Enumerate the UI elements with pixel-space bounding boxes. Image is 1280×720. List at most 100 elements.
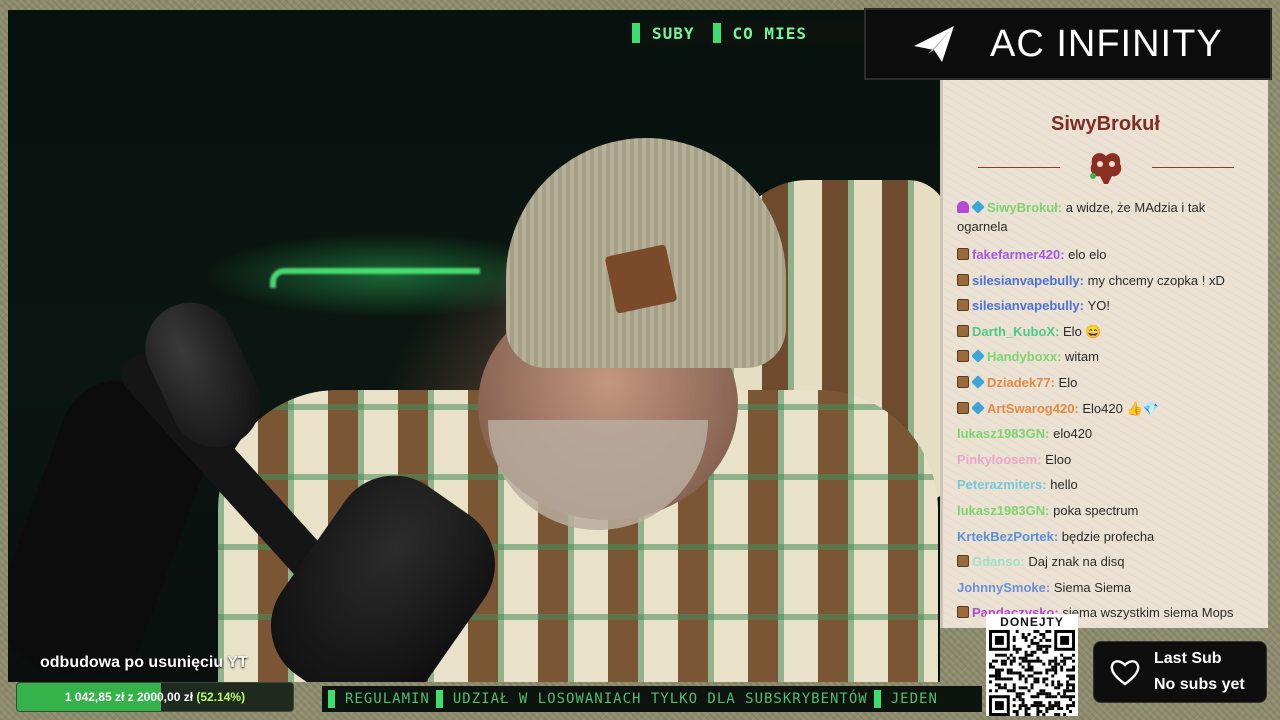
subscriber-badge-icon xyxy=(957,299,969,312)
chat-panel: SiwyBrokuł SiwyBrokuł: a widze, że MAdzi… xyxy=(940,80,1268,628)
chat-username[interactable]: Gdanso xyxy=(972,554,1020,569)
chat-message: SiwyBrokuł: a widze, że MAdzia i tak oga… xyxy=(957,198,1258,236)
chat-colon: : xyxy=(1053,528,1062,544)
chat-username[interactable]: lukasz1983GN xyxy=(957,426,1045,441)
webcam-feed xyxy=(8,10,940,682)
goal-separator: z xyxy=(127,690,134,704)
subscriber-badge-icon xyxy=(957,350,969,363)
ticker-segment: REGULAMIN xyxy=(345,691,430,707)
chat-username[interactable]: lukasz1983GN xyxy=(957,503,1045,518)
goal-current: 1 042,85 zł xyxy=(64,690,125,704)
chat-colon: : xyxy=(1055,323,1064,339)
goal-progress-bar: 1 042,85 zł z 2000,00 zł (52.14%) xyxy=(16,682,294,712)
subscriber-badge-icon xyxy=(957,401,969,414)
chat-text: Daj znak na disq xyxy=(1028,554,1125,570)
divider-line xyxy=(977,166,1060,168)
sponsor-name: AC INFINITY xyxy=(990,22,1223,65)
chat-colon: : xyxy=(1045,502,1054,518)
chat-colon: : xyxy=(1079,298,1088,314)
last-sub-title: Last Sub xyxy=(1154,650,1222,667)
chat-username[interactable]: SiwyBrokuł xyxy=(987,200,1058,215)
chat-message-list: SiwyBrokuł: a widze, że MAdzia i tak oga… xyxy=(943,198,1268,626)
chat-message: Darth_KuboX: Elo 😄 xyxy=(957,319,1258,345)
heart-icon xyxy=(1110,660,1140,686)
paper-plane-logo-icon xyxy=(914,26,954,62)
chat-text: YO! xyxy=(1087,298,1111,314)
chat-colon: : xyxy=(1057,200,1066,215)
chat-text: hello xyxy=(1050,477,1078,493)
ticker-bar-icon xyxy=(632,23,640,43)
chat-message: silesianvapebully: my chcemy czopka ! xD xyxy=(957,268,1258,294)
chat-channel-name: SiwyBrokuł xyxy=(1051,113,1160,135)
chat-text: my chcemy czopka ! xD xyxy=(1087,272,1225,288)
chat-text: Siema Siema xyxy=(1053,579,1132,595)
qr-code-icon xyxy=(989,630,1075,716)
chat-message: JohnnySmoke: Siema Siema xyxy=(957,575,1258,601)
chat-message: KrtekBezPortek: będzie profecha xyxy=(957,524,1258,550)
chat-text: witam xyxy=(1065,349,1099,365)
subscriber-badge-icon xyxy=(957,375,969,388)
chat-username[interactable]: Pinkyloosem xyxy=(957,452,1037,467)
chat-message: fakefarmer420: elo elo xyxy=(957,242,1258,268)
chat-message: Pinkyloosem: Eloo xyxy=(957,447,1258,473)
goal-percent: (52.14%) xyxy=(196,690,246,704)
chat-text: będzie profecha xyxy=(1061,528,1155,544)
chat-message: silesianvapebully: YO! xyxy=(957,293,1258,319)
chat-username[interactable]: silesianvapebully xyxy=(972,273,1080,288)
neon-light xyxy=(270,268,480,288)
ticker-segment: CO MIES xyxy=(732,23,807,43)
chat-text: Elo 😄 xyxy=(1063,323,1102,339)
chat-message: Gdanso: Daj znak na disq xyxy=(957,549,1258,575)
chat-text: Elo xyxy=(1058,374,1078,390)
donation-qr[interactable]: DONEJTY xyxy=(986,614,1078,716)
ticker-segment: JEDEN xyxy=(890,691,938,707)
chat-message: lukasz1983GN: elo420 xyxy=(957,421,1258,447)
chat-divider xyxy=(943,148,1268,186)
qr-title: DONEJTY xyxy=(1000,615,1064,629)
chat-message: ArtSwarog420: Elo420 👍💎 xyxy=(957,396,1258,422)
ticker-bar-icon xyxy=(328,690,335,708)
chat-username[interactable]: Peterazmiters xyxy=(957,477,1042,492)
chat-message: Handyboxx: witam xyxy=(957,344,1258,370)
ticker-segment: UDZIAŁ W LOSOWANIACH TYLKO DLA SUBSKRYBE… xyxy=(452,691,868,707)
chat-text: elo elo xyxy=(1068,247,1107,262)
goal-label: odbudowa po usunięciu YT xyxy=(40,654,248,671)
divider-line xyxy=(1151,166,1234,168)
chat-text: siema wszystkim siema Mops xyxy=(1062,605,1234,621)
chat-colon: : xyxy=(1079,272,1088,288)
chat-colon: : xyxy=(1037,451,1046,467)
subscriber-badge-icon xyxy=(957,248,969,260)
chat-text: Eloo xyxy=(1045,451,1072,467)
chat-username[interactable]: KrtekBezPortek xyxy=(957,529,1054,544)
goal-amount-text: 1 042,85 zł z 2000,00 zł (52.14%) xyxy=(17,690,293,704)
chat-username[interactable]: JohnnySmoke xyxy=(957,580,1046,595)
chat-text: elo420 xyxy=(1053,426,1093,442)
chat-message: Peterazmiters: hello xyxy=(957,472,1258,498)
ticker-bar-icon xyxy=(873,690,881,708)
chat-colon: : xyxy=(1045,426,1054,442)
chat-username[interactable]: fakefarmer420 xyxy=(972,247,1060,262)
ticker-bar-icon xyxy=(435,690,443,708)
chat-text: poka spectrum xyxy=(1053,502,1139,518)
top-ticker: SUBY CO MIES xyxy=(628,20,864,46)
bottom-ticker: REGULAMIN UDZIAŁ W LOSOWANIACH TYLKO DLA… xyxy=(322,686,982,712)
ticker-bar-icon xyxy=(712,23,721,43)
chat-username[interactable]: ArtSwarog420 xyxy=(987,401,1074,416)
chat-colon: : xyxy=(1050,374,1059,390)
chat-message: Dziadek77: Elo xyxy=(957,370,1258,396)
sponsor-banner: AC INFINITY xyxy=(864,8,1272,80)
mushroom-emblem-icon xyxy=(1089,153,1121,184)
diamond-badge-icon xyxy=(971,200,985,214)
diamond-badge-icon xyxy=(971,375,985,389)
chat-colon: : xyxy=(1060,247,1069,262)
chat-text: Elo420 👍💎 xyxy=(1082,400,1159,416)
last-sub-widget: Last Sub No subs yet xyxy=(1093,641,1267,703)
diamond-badge-icon xyxy=(971,400,985,415)
chat-username[interactable]: Darth_KuboX xyxy=(972,324,1055,339)
chat-username[interactable]: Dziadek77 xyxy=(987,375,1051,390)
chat-username[interactable]: silesianvapebully xyxy=(972,298,1080,313)
chat-colon: : xyxy=(1045,579,1054,595)
subscriber-badge-icon xyxy=(957,273,969,286)
chat-username[interactable]: Handyboxx xyxy=(987,349,1057,364)
goal-target: 2000,00 zł xyxy=(136,690,194,704)
